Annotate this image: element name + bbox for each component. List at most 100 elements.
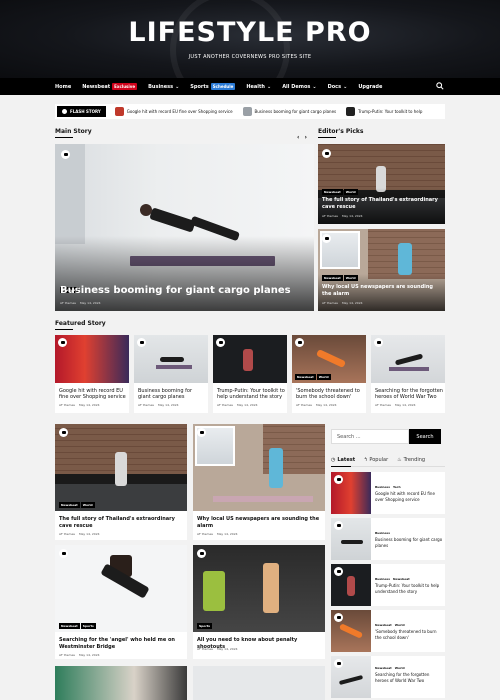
search-input[interactable]: Search ... [331,429,409,444]
nav-item-home[interactable]: Home [55,84,71,90]
tag-sports[interactable]: Sports [197,623,213,629]
editors-pick-card[interactable]: Newsbeat World The full story of Thailand… [318,144,445,224]
tab-latest[interactable]: ◷ Latest [331,457,355,463]
author-name[interactable]: AF themes [59,653,75,657]
tab-trending[interactable]: ♨ Trending [397,457,425,463]
sidebar-post[interactable]: Business Newsbeat Trump-Putin: Your toolk… [331,564,445,606]
tag-business[interactable]: Business [375,577,390,581]
tag-world[interactable]: World [316,374,331,380]
post-title[interactable]: Why local US newspapers are sounding the… [197,516,323,530]
thumbnail [331,564,371,606]
prev-arrow-icon[interactable]: ‹ [297,134,299,141]
flash-item[interactable]: Business booming for giant cargo planes [242,107,336,116]
author-name[interactable]: AF themes [60,301,76,305]
featured-card[interactable]: Trump-Putin: Your toolkit to help unders… [213,335,287,413]
tag-newsbeat[interactable]: Newsbeat [393,577,410,581]
tag-newsbeat[interactable]: Newsbeat [59,623,80,629]
editors-pick-card[interactable]: Newsbeat World Why local US newspapers ar… [318,229,445,311]
tag-newsbeat[interactable]: Newsbeat [375,666,392,670]
author-name[interactable]: AF themes [59,403,75,407]
chevron-down-icon: ⌄ [343,83,348,90]
post-date: May 14, 2024 [217,532,238,536]
post-title[interactable]: 'Somebody threatened to burn the school … [296,388,364,400]
sidebar-post[interactable]: Business Tech Google hit with record EU f… [331,472,445,514]
post-card[interactable] [55,666,187,700]
flash-item[interactable]: Google hit with record EU fine over Shop… [114,107,233,116]
tag-newsbeat[interactable]: Newsbeat [322,189,343,195]
tag-newsbeat[interactable]: Newsbeat [59,502,80,508]
post-title[interactable]: Searching for the forgotten heroes of Wo… [375,388,443,400]
post-card[interactable]: Newsbeat Sports Searching for the 'angel'… [55,545,187,659]
post-title[interactable]: Google hit with record EU fine over Shop… [59,388,127,400]
post-card[interactable] [193,666,325,700]
sidebar-post[interactable]: Newsbeat World Searching for the forgotte… [331,656,445,698]
featured-card[interactable]: Google hit with record EU fine over Shop… [55,335,129,413]
sidebar-post[interactable]: Business Business booming for giant carg… [331,518,445,560]
post-title[interactable]: Searching for the 'angel' who held me on… [59,637,185,651]
author-name[interactable]: AF themes [322,214,338,218]
tag-newsbeat[interactable]: Newsbeat [322,275,343,281]
post-title[interactable]: The full story of Thailand's extraordina… [322,197,440,211]
post-title[interactable]: Business booming for giant cargo planes [375,537,443,549]
post-title[interactable]: Searching for the forgotten heroes of Wo… [375,672,443,684]
tag-world[interactable]: World [395,623,405,627]
post-meta: AF themes May 14, 2024 [59,403,100,407]
flash-item[interactable]: Trump-Putin: Your toolkit to help [346,107,422,116]
camera-icon [374,338,383,347]
main-story-card[interactable]: Business Business booming for giant carg… [55,144,314,311]
author-name[interactable]: AF themes [296,403,312,407]
post-title[interactable]: Google hit with record EU fine over Shop… [375,491,443,503]
post-title[interactable]: Why local US newspapers are sounding the… [322,284,440,298]
tags: Newsbeat World [375,666,405,670]
tag-world[interactable]: World [343,275,358,281]
tags: Business Newsbeat [375,577,410,581]
tag-business[interactable]: Business [375,485,390,489]
featured-card[interactable]: Searching for the forgotten heroes of Wo… [371,335,445,413]
tab-popular[interactable]: ϟ Popular [364,457,388,463]
nav-item-docs[interactable]: Docs ⌄ [328,84,348,90]
tag-world[interactable]: World [395,666,405,670]
post-card[interactable]: Why local US newspapers are sounding the… [193,424,325,540]
author-name[interactable]: AF themes [59,532,75,536]
author-name[interactable]: AF themes [197,647,213,651]
tag-newsbeat[interactable]: Newsbeat [375,623,392,627]
post-card[interactable]: Newsbeat World The full story of Thailand… [55,424,187,540]
next-arrow-icon[interactable]: › [304,134,306,141]
search-icon[interactable] [436,82,444,90]
nav-item-newsbeat[interactable]: Newsbeat Exclusive [82,83,138,90]
author-name[interactable]: AF themes [138,403,154,407]
athlete [394,353,424,366]
featured-card[interactable]: Business booming for giant cargo planes … [134,335,208,413]
author-name[interactable]: AF themes [217,403,233,407]
tag-world[interactable]: World [343,189,358,195]
nav-item-sports[interactable]: Sports Schedule [190,83,236,90]
flash-item-title: Google hit with record EU fine over Shop… [126,109,233,114]
featured-card[interactable]: Newsbeat World 'Somebody threatened to bu… [292,335,366,413]
camera-icon [322,234,331,243]
nav-item-health[interactable]: Health ⌄ [246,84,271,90]
athlete [341,540,363,544]
camera-icon [322,149,331,158]
author-name[interactable]: AF themes [375,403,391,407]
post-title[interactable]: The full story of Thailand's extraordina… [59,516,185,530]
tag-tech[interactable]: Tech [393,485,401,489]
tag-business[interactable]: Business [375,531,390,535]
site-title[interactable]: LIFESTYLE PRO [0,0,500,48]
author-name[interactable]: AF themes [197,532,213,536]
nav-item-all-demos[interactable]: All Demos ⌄ [282,84,316,90]
post-title[interactable]: Business booming for giant cargo planes [138,388,206,400]
tag-sports[interactable]: Sports [80,623,96,629]
search-button[interactable]: Search [409,429,441,444]
post-card[interactable]: Sports All you need to know about penalt… [193,545,325,659]
post-title[interactable]: Trump-Putin: Your toolkit to help unders… [217,388,285,400]
sidebar-post[interactable]: Newsbeat World 'Somebody threatened to bu… [331,610,445,652]
author-name[interactable]: AF themes [322,301,338,305]
nav-item-business[interactable]: Business ⌄ [148,84,179,90]
nav-item-upgrade[interactable]: Upgrade [358,84,382,90]
post-title[interactable]: Trump-Putin: Your toolkit to help unders… [375,583,443,595]
post-title[interactable]: 'Somebody threatened to burn the school … [375,629,443,641]
main-story-title[interactable]: Business booming for giant cargo planes [60,285,291,296]
athlete-body [149,207,196,233]
tag-newsbeat[interactable]: Newsbeat [295,374,316,380]
tag-world[interactable]: World [80,502,95,508]
